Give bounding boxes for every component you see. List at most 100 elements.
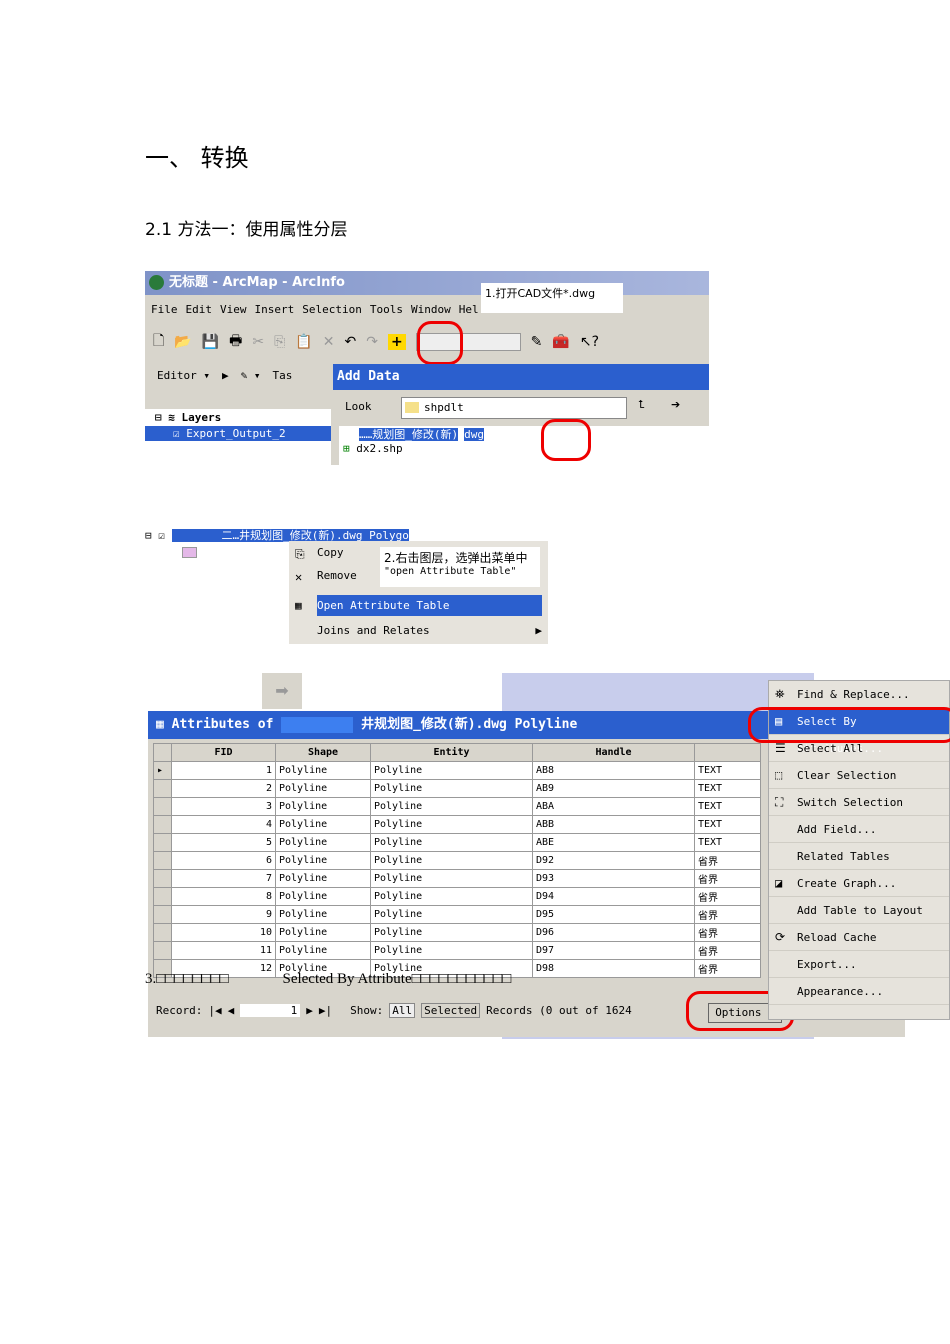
record-input[interactable]: 1 — [240, 1004, 301, 1017]
show-all-button[interactable]: All — [389, 1003, 416, 1018]
options-menu-item[interactable]: Related Tables — [769, 843, 949, 870]
menu-file[interactable]: File — [151, 303, 178, 316]
toc-layer-export[interactable]: ☑ Export_Output_2 — [145, 426, 331, 441]
show-selected-button[interactable]: Selected — [421, 1003, 481, 1018]
table-row[interactable]: 5 Polyline Polyline ABE TEXT — [153, 833, 761, 852]
add-data-dialog: Add Data Look shpdlt ⮤ ➔ ……规划图_修改(新) dwg … — [333, 364, 709, 465]
options-menu-item[interactable]: Export... — [769, 951, 949, 978]
options-menu-item[interactable]: ⛯ Find & Replace... — [769, 681, 949, 708]
row-selector[interactable] — [153, 923, 172, 942]
callout-step2: 2.右击图层，选弹出菜单中 "open Attribute Table" — [380, 547, 540, 587]
col-entity[interactable]: Entity — [370, 743, 533, 762]
table-row[interactable]: 6 Polyline Polyline D92 省界 — [153, 851, 761, 870]
connect-folder-icon[interactable]: ➔ — [671, 398, 680, 411]
menu-insert[interactable]: Insert — [255, 303, 295, 316]
row-selector[interactable]: ▸ — [153, 761, 172, 780]
options-menu-item[interactable]: Add Field... — [769, 816, 949, 843]
table-row[interactable]: 3 Polyline Polyline ABA TEXT — [153, 797, 761, 816]
editor-tool-icon[interactable]: ✎ — [531, 334, 543, 350]
cell-shape: Polyline — [275, 761, 371, 780]
add-data-icon[interactable]: + — [387, 334, 406, 350]
menu-help[interactable]: Hel — [459, 303, 479, 316]
table-row[interactable]: 4 Polyline Polyline ABB TEXT — [153, 815, 761, 834]
table-of-contents: ⊟ ≋ Layers ☑ Export_Output_2 — [145, 409, 331, 465]
submenu-arrow-icon: ▶ — [535, 624, 542, 637]
menu-edit[interactable]: Edit — [186, 303, 213, 316]
new-icon[interactable]: 🗋 — [153, 330, 164, 354]
options-menu-item[interactable]: ⛶ Switch Selection — [769, 789, 949, 816]
print-icon[interactable]: 🖶 — [229, 330, 242, 354]
col-handle[interactable]: Handle — [532, 743, 695, 762]
editor-menu[interactable]: Editor ▾ — [157, 369, 210, 382]
first-record-icon[interactable]: |◀ — [208, 1004, 221, 1017]
cell-shape: Polyline — [275, 851, 371, 870]
file-ext: dwg — [464, 428, 484, 441]
menu-joins-relates[interactable]: Joins and Relates ▶ — [289, 616, 548, 644]
row-selector[interactable] — [153, 941, 172, 960]
table-row[interactable]: 11 Polyline Polyline D97 省界 — [153, 941, 761, 960]
cut-icon[interactable]: ✂ — [252, 334, 264, 350]
menu-open-attribute-table[interactable]: Open Attribute Table ▦ — [295, 595, 542, 616]
look-value: shpdlt — [424, 401, 464, 414]
screenshot-add-data: 无标题 - ArcMap - ArcInfo File Edit View Inser… — [145, 271, 709, 465]
table-row[interactable]: 2 Polyline Polyline AB9 TEXT — [153, 779, 761, 798]
row-selector[interactable] — [153, 779, 172, 798]
menu-label: Reload Cache — [797, 931, 877, 944]
pencil-icon[interactable]: ✎ ▾ — [241, 369, 261, 382]
menu-view[interactable]: View — [220, 303, 247, 316]
cell-entity: Polyline — [370, 869, 533, 888]
table-row[interactable]: ▸ 1 Polyline Polyline AB8 TEXT — [153, 761, 761, 780]
look-in-dropdown[interactable]: shpdlt — [401, 397, 627, 419]
options-menu-item[interactable]: Add Table to Layout — [769, 897, 949, 924]
look-label: Look — [345, 400, 372, 413]
paste-icon[interactable]: 📋 — [295, 334, 312, 350]
undo-icon[interactable]: ↶ — [344, 334, 356, 350]
menu-label: Switch Selection — [797, 796, 903, 809]
col-shape[interactable]: Shape — [275, 743, 371, 762]
table-icon: ▦ — [156, 717, 164, 732]
table-row[interactable]: 7 Polyline Polyline D93 省界 — [153, 869, 761, 888]
arctoolbox-icon[interactable]: 🧰 — [552, 334, 569, 350]
options-menu-item[interactable]: ◪ Create Graph... — [769, 870, 949, 897]
row-selector[interactable] — [153, 869, 172, 888]
open-icon[interactable]: 📂 — [174, 334, 191, 350]
redo-icon[interactable]: ↷ — [366, 334, 378, 350]
copy-icon[interactable]: ⎘ — [274, 334, 285, 350]
cell-shape: Polyline — [275, 797, 371, 816]
options-menu-item[interactable]: ⬚ Clear Selection — [769, 762, 949, 789]
menu-label: Open Attribute Table — [317, 599, 450, 612]
task-label: Tas — [272, 369, 293, 382]
row-selector[interactable] — [153, 797, 172, 816]
table-row[interactable]: 8 Polyline Polyline D94 省界 — [153, 887, 761, 906]
table-row[interactable]: 9 Polyline Polyline D95 省界 — [153, 905, 761, 924]
attribute-table: FID Shape Entity Handle ▸ 1 Polyline Polyli… — [153, 743, 761, 978]
cell-layer: TEXT — [694, 833, 761, 852]
menu-tools[interactable]: Tools — [370, 303, 403, 316]
options-menu-item[interactable]: ⟳ Reload Cache — [769, 924, 949, 951]
row-selector[interactable] — [153, 905, 172, 924]
menu-window[interactable]: Window — [411, 303, 451, 316]
file-item-shp[interactable]: ⊞ dx2.shp — [339, 442, 709, 455]
row-selector[interactable] — [153, 815, 172, 834]
row-selector[interactable] — [153, 887, 172, 906]
last-record-icon[interactable]: ▶| — [319, 1004, 332, 1017]
menu-label: Export... — [797, 958, 857, 971]
up-folder-icon[interactable]: ⮤ — [638, 398, 645, 412]
next-record-icon[interactable]: ▶ — [306, 1004, 313, 1017]
save-icon[interactable]: 💾 — [202, 334, 219, 350]
prev-record-icon[interactable]: ◀ — [228, 1004, 235, 1017]
row-selector[interactable] — [153, 851, 172, 870]
menu-selection[interactable]: Selection — [302, 303, 362, 316]
pointer-icon[interactable]: ▶ — [222, 369, 229, 382]
table-row[interactable]: 10 Polyline Polyline D96 省界 — [153, 923, 761, 942]
row-selector[interactable] — [153, 833, 172, 852]
cell-shape: Polyline — [275, 815, 371, 834]
toc-layers[interactable]: ⊟ ≋ Layers — [145, 409, 331, 426]
col-layer[interactable] — [694, 743, 761, 762]
delete-icon[interactable]: ✕ — [323, 334, 335, 350]
file-item-dwg[interactable]: ……规划图_修改(新) dwg — [339, 426, 543, 442]
col-fid[interactable]: FID — [171, 743, 276, 762]
options-menu-item[interactable]: Appearance... — [769, 978, 949, 1005]
help-icon[interactable]: ↖? — [580, 334, 599, 350]
cell-entity: Polyline — [370, 797, 533, 816]
